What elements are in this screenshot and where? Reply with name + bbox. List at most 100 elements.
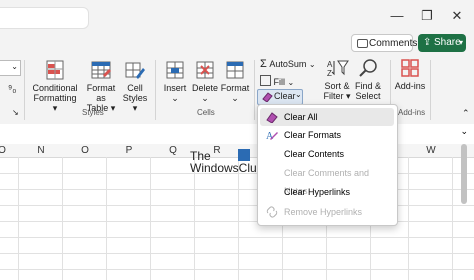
windows-logo-icon bbox=[238, 149, 250, 161]
grid-line bbox=[18, 157, 19, 280]
group-separator bbox=[155, 60, 156, 120]
chevron-down-icon: ⌄ bbox=[308, 60, 316, 69]
watermark: The WindowsClub bbox=[190, 149, 264, 175]
delete-button[interactable]: Delete ⌄ bbox=[190, 60, 220, 103]
formula-bar[interactable]: ⌄ bbox=[0, 124, 474, 140]
insert-button[interactable]: Insert ⌄ bbox=[160, 60, 190, 103]
cell-styles-button[interactable]: Cell Styles ▾ bbox=[120, 60, 150, 113]
number-format-icon[interactable]: ⁹₀ bbox=[8, 84, 16, 95]
menu-item-clear-hyperlinks[interactable]: Clear Hyperlinks bbox=[260, 183, 394, 201]
format-button[interactable]: Format ⌄ bbox=[220, 60, 250, 103]
link-icon bbox=[266, 206, 278, 218]
clear-formats-icon: A bbox=[266, 129, 278, 142]
grid-line bbox=[0, 253, 474, 254]
comments-button[interactable]: Comments bbox=[351, 34, 417, 52]
add-ins-label: Add-ins bbox=[394, 81, 426, 91]
eraser-icon bbox=[266, 111, 278, 124]
chevron-down-icon: ⌄ bbox=[287, 78, 295, 87]
add-ins-icon bbox=[400, 58, 420, 78]
format-as-table-label-1: Format as bbox=[86, 83, 116, 103]
menu-item-label: Remove Hyperlinks bbox=[284, 207, 363, 217]
clear-button[interactable]: Clear ⌄ bbox=[257, 89, 303, 105]
cell-styles-label-1: Cell bbox=[127, 83, 143, 93]
column-header[interactable]: O bbox=[0, 144, 8, 158]
formula-expand-icon[interactable]: ⌄ bbox=[460, 126, 468, 137]
menu-item-label: Clear All bbox=[284, 112, 318, 122]
column-header[interactable]: O bbox=[64, 144, 106, 158]
watermark-text: WindowsClub bbox=[190, 161, 264, 175]
sort-filter-icon: AZ bbox=[327, 58, 349, 78]
search-input[interactable] bbox=[0, 7, 89, 29]
column-header[interactable]: W bbox=[410, 144, 452, 158]
cell-styles-icon bbox=[125, 60, 145, 80]
chevron-down-icon: ⌄ bbox=[201, 93, 209, 103]
grid-line bbox=[0, 221, 474, 222]
grid-line bbox=[0, 237, 474, 238]
watermark-line-2: WindowsClub bbox=[190, 149, 264, 175]
format-as-table-button[interactable]: Format as Table ▾ bbox=[82, 60, 120, 113]
sort-filter-label-2: Filter ▾ bbox=[323, 91, 351, 101]
cells-group-label: Cells bbox=[197, 108, 215, 117]
styles-group-label: Styles bbox=[82, 108, 104, 117]
menu-item-clear-comments-notes: Clear Comments and Notes bbox=[260, 164, 394, 196]
share-icon: ⇪ bbox=[423, 37, 432, 48]
fill-down-icon bbox=[260, 75, 271, 86]
menu-item-clear-formats[interactable]: A Clear Formats bbox=[260, 126, 394, 144]
menu-item-clear-contents[interactable]: Clear Contents bbox=[260, 145, 394, 163]
collapse-ribbon-icon[interactable]: ⌃ bbox=[462, 108, 470, 119]
font-size-dropdown[interactable]: ⌄ bbox=[0, 60, 21, 76]
eraser-icon bbox=[261, 91, 273, 104]
insert-label: Insert bbox=[163, 83, 187, 93]
fill-button[interactable]: Fill ⌄ bbox=[260, 74, 294, 87]
grid-line bbox=[0, 269, 474, 270]
grid-line bbox=[0, 189, 474, 190]
grid-line bbox=[150, 157, 151, 280]
menu-item-label: Clear Formats bbox=[284, 130, 342, 140]
menu-item-label: Clear Contents bbox=[284, 149, 345, 159]
menu-item-remove-hyperlinks: Remove Hyperlinks bbox=[260, 203, 394, 221]
chevron-down-icon: ▾ bbox=[458, 38, 463, 47]
conditional-formatting-button[interactable]: Conditional Formatting ▾ bbox=[30, 60, 80, 113]
restore-icon[interactable]: ❐ bbox=[414, 6, 440, 26]
column-header[interactable]: P bbox=[108, 144, 150, 158]
conditional-formatting-label-1: Conditional bbox=[32, 83, 78, 93]
chevron-down-icon: ⌄ bbox=[171, 93, 179, 103]
format-cells-icon bbox=[225, 60, 245, 80]
column-header[interactable]: N bbox=[20, 144, 62, 158]
delete-label: Delete bbox=[191, 83, 218, 93]
svg-text:Z: Z bbox=[327, 69, 332, 78]
menu-item-label: Clear Hyperlinks bbox=[284, 187, 351, 197]
menu-item-clear-all[interactable]: Clear All bbox=[260, 108, 394, 126]
comments-label: Comments bbox=[369, 38, 418, 49]
chevron-down-icon: ⌄ bbox=[295, 90, 302, 99]
conditional-formatting-label-2: Formatting ▾ bbox=[33, 93, 77, 113]
chevron-down-icon: ⌄ bbox=[231, 93, 239, 103]
minimize-icon[interactable]: — bbox=[384, 6, 410, 26]
grid-line bbox=[452, 157, 453, 280]
grid-line bbox=[194, 157, 195, 280]
svg-text:A: A bbox=[327, 60, 333, 69]
group-separator bbox=[24, 60, 25, 120]
dialog-launcher-icon[interactable]: ↘ bbox=[12, 108, 19, 117]
column-header[interactable]: Q bbox=[152, 144, 194, 158]
vertical-scrollbar[interactable] bbox=[461, 144, 467, 204]
comment-icon bbox=[357, 39, 368, 48]
sort-filter-button[interactable]: AZ Sort & Filter ▾ bbox=[322, 58, 352, 101]
add-ins-group-label: Add-ins bbox=[398, 108, 426, 117]
fill-label: Fill bbox=[273, 77, 286, 87]
grid-line bbox=[0, 205, 474, 206]
sort-filter-label-1: Sort & bbox=[324, 81, 350, 91]
magnifier-icon bbox=[358, 58, 378, 78]
autosum-button[interactable]: Σ AutoSum ⌄ bbox=[260, 58, 316, 70]
close-icon[interactable]: ✕ bbox=[444, 6, 470, 26]
share-button[interactable]: ⇪ Share ▾ bbox=[418, 34, 466, 52]
autosum-label: AutoSum bbox=[269, 59, 307, 69]
add-ins-button[interactable]: Add-ins bbox=[393, 58, 427, 91]
clear-label: Clear bbox=[274, 91, 296, 101]
table-icon bbox=[91, 60, 111, 80]
cell-styles-label-2: Styles ▾ bbox=[122, 93, 148, 113]
format-label: Format bbox=[220, 83, 250, 93]
clear-dropdown-menu: Clear All A Clear Formats Clear Contents… bbox=[257, 104, 398, 226]
grid-line bbox=[62, 157, 63, 280]
svg-text:A: A bbox=[266, 131, 274, 141]
